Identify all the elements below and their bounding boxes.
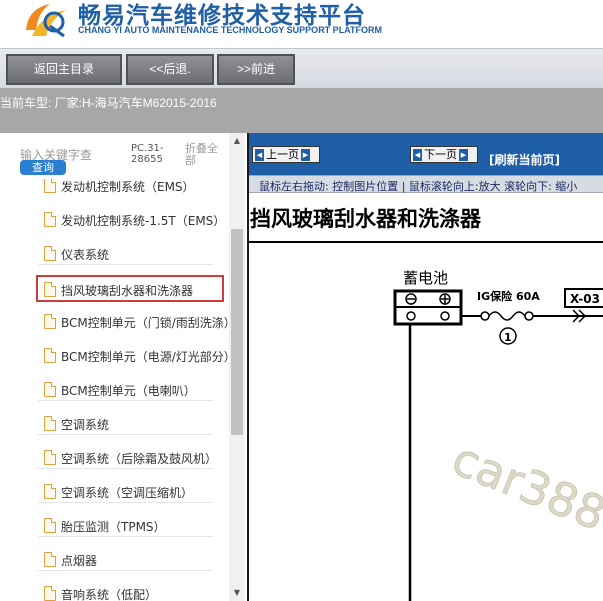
document-icon bbox=[44, 282, 56, 297]
document-icon bbox=[44, 450, 56, 465]
next-page-label: 下一页 bbox=[424, 148, 457, 161]
vehicle-model-text: 当前车型: 厂家:H-海马汽车M62015-2016 bbox=[0, 96, 217, 110]
tree-item-label: BCM控制单元（电源/灯光部分） bbox=[61, 350, 229, 364]
document-icon bbox=[44, 416, 56, 431]
tree-item-label: 仪表系统 bbox=[61, 248, 110, 262]
query-button[interactable]: 查询 bbox=[20, 160, 66, 175]
divider bbox=[38, 400, 213, 401]
tree-list: 发动机控制系统（EMS） 发动机控制系统-1.5T（EMS） 仪表系统 挡风玻璃… bbox=[0, 179, 229, 601]
logo-icon bbox=[26, 4, 66, 38]
tree-item[interactable]: 空调系统（空调压缩机） bbox=[38, 481, 229, 503]
tree-item-label: 空调系统（后除霜及鼓风机） bbox=[61, 452, 218, 466]
hint-text: 鼠标左右拖动: 控制图片位置 | 鼠标滚轮向上:放大 滚轮向下: 缩小 bbox=[259, 180, 578, 193]
arrow-left-icon: ◀ bbox=[255, 149, 264, 161]
document-icon bbox=[44, 314, 56, 329]
wiring-diagram[interactable]: 蓄电池 IG保险 60A 1 X-03 car388 bbox=[249, 243, 603, 601]
tree-item[interactable]: BCM控制单元（门锁/雨刮洗涤） bbox=[38, 311, 229, 333]
tree-item[interactable]: 点烟器 bbox=[38, 549, 229, 571]
next-page-button[interactable]: ◀ 下一页 ▶ bbox=[410, 146, 478, 163]
forward-button[interactable]: >>前进 bbox=[217, 54, 295, 85]
tree-item-label: BCM控制单元（门锁/雨刮洗涤） bbox=[61, 316, 229, 330]
document-viewer: ◀ 上一页 ▶ ◀ 下一页 ▶ [刷新当前页] 鼠标左右拖动: 控制图片位置 | 鼠标滚… bbox=[247, 133, 603, 601]
arrow-right-icon: ▶ bbox=[301, 149, 310, 161]
tree-item[interactable]: 空调系统 bbox=[38, 413, 229, 435]
sidebar: 输入关键字查 查询 PC.31-28655 折叠全部 发动机控制系统（EMS） … bbox=[0, 133, 245, 601]
app-header: 畅易汽车维修技术支持平台 CHANG YI AUTO MAINTENANCE T… bbox=[0, 0, 603, 48]
back-button[interactable]: <<后退. bbox=[126, 54, 214, 85]
hint-bar: 鼠标左右拖动: 控制图片位置 | 鼠标滚轮向上:放大 滚轮向下: 缩小 bbox=[249, 175, 603, 193]
tree-item-label: 点烟器 bbox=[61, 554, 98, 568]
document-title: 挡风玻璃刮水器和洗涤器 bbox=[250, 207, 481, 231]
tree-item[interactable]: 空调系统（后除霜及鼓风机） bbox=[38, 447, 229, 469]
tree-item-label: 发动机控制系统-1.5T（EMS） bbox=[61, 214, 226, 228]
home-button[interactable]: 返回主目录 bbox=[6, 54, 122, 85]
divider bbox=[38, 502, 213, 503]
tree-item[interactable]: 仪表系统 bbox=[38, 243, 229, 265]
divider bbox=[38, 570, 213, 571]
watermark: car388 bbox=[445, 431, 603, 541]
tree-item[interactable]: 胎压监测（TPMS） bbox=[38, 515, 229, 537]
fuse-symbol bbox=[488, 311, 526, 321]
document-icon bbox=[44, 348, 56, 363]
divider bbox=[38, 434, 213, 435]
document-icon bbox=[44, 179, 56, 193]
tree-item[interactable]: BCM控制单元（电源/灯光部分） bbox=[38, 345, 229, 367]
tree-item-selected[interactable]: 挡风玻璃刮水器和洗涤器 bbox=[36, 275, 224, 302]
divider bbox=[38, 264, 213, 265]
tree-item-label: BCM控制单元（电喇叭） bbox=[61, 384, 196, 398]
tree-item-label: 空调系统 bbox=[61, 418, 110, 432]
fuse-label: IG保险 60A bbox=[477, 289, 540, 303]
vehicle-model-bar: 当前车型: 厂家:H-海马汽车M62015-2016 bbox=[0, 88, 603, 133]
divider bbox=[38, 468, 213, 469]
main-toolbar: 返回主目录 <<后退. >>前进 bbox=[0, 48, 603, 88]
document-icon bbox=[44, 382, 56, 397]
document-icon bbox=[44, 212, 56, 227]
battery-label: 蓄电池 bbox=[403, 269, 448, 287]
scrollbar-thumb[interactable] bbox=[231, 229, 243, 435]
divider bbox=[38, 536, 213, 537]
tree-item[interactable]: BCM控制单元（电喇叭） bbox=[38, 379, 229, 401]
tree-item-label: 胎压监测（TPMS） bbox=[61, 520, 166, 534]
tree-item[interactable]: 音响系统（低配） bbox=[38, 583, 229, 601]
document-icon bbox=[44, 518, 56, 533]
prev-page-label: 上一页 bbox=[266, 148, 299, 161]
connector-label: X-03 bbox=[570, 292, 600, 306]
pc-code: PC.31-28655 bbox=[131, 143, 164, 165]
document-icon bbox=[44, 552, 56, 567]
scroll-up-arrow-icon[interactable]: ▲ bbox=[229, 133, 245, 149]
collapse-all-button[interactable]: 折叠全部 bbox=[185, 143, 225, 167]
tree-item[interactable]: 发动机控制系统（EMS） bbox=[38, 179, 229, 197]
refresh-page-link[interactable]: [刷新当前页] bbox=[489, 151, 560, 168]
document-icon bbox=[44, 586, 56, 601]
fuse-number: 1 bbox=[504, 331, 512, 344]
arrow-right-icon: ▶ bbox=[459, 149, 468, 161]
prev-page-button[interactable]: ◀ 上一页 ▶ bbox=[252, 146, 320, 163]
tree-item-label: 挡风玻璃刮水器和洗涤器 bbox=[61, 284, 194, 298]
document-icon bbox=[44, 246, 56, 261]
sidebar-scrollbar[interactable]: ▲ ▼ bbox=[229, 133, 245, 601]
arrow-left-icon: ◀ bbox=[413, 149, 422, 161]
viewer-nav-bar: ◀ 上一页 ▶ ◀ 下一页 ▶ [刷新当前页] bbox=[249, 133, 603, 175]
document-icon bbox=[44, 484, 56, 499]
tree-item-label: 音响系统（低配） bbox=[61, 588, 158, 601]
brand-subtitle: CHANG YI AUTO MAINTENANCE TECHNOLOGY SUP… bbox=[78, 25, 383, 35]
tree-item-label: 发动机控制系统（EMS） bbox=[61, 180, 195, 194]
tree-item[interactable]: 发动机控制系统-1.5T（EMS） bbox=[38, 209, 229, 231]
tree-item-label: 空调系统（空调压缩机） bbox=[61, 486, 194, 500]
sidebar-search-area: 输入关键字查 查询 PC.31-28655 折叠全部 bbox=[0, 133, 245, 179]
scroll-down-arrow-icon[interactable]: ▼ bbox=[229, 585, 245, 601]
